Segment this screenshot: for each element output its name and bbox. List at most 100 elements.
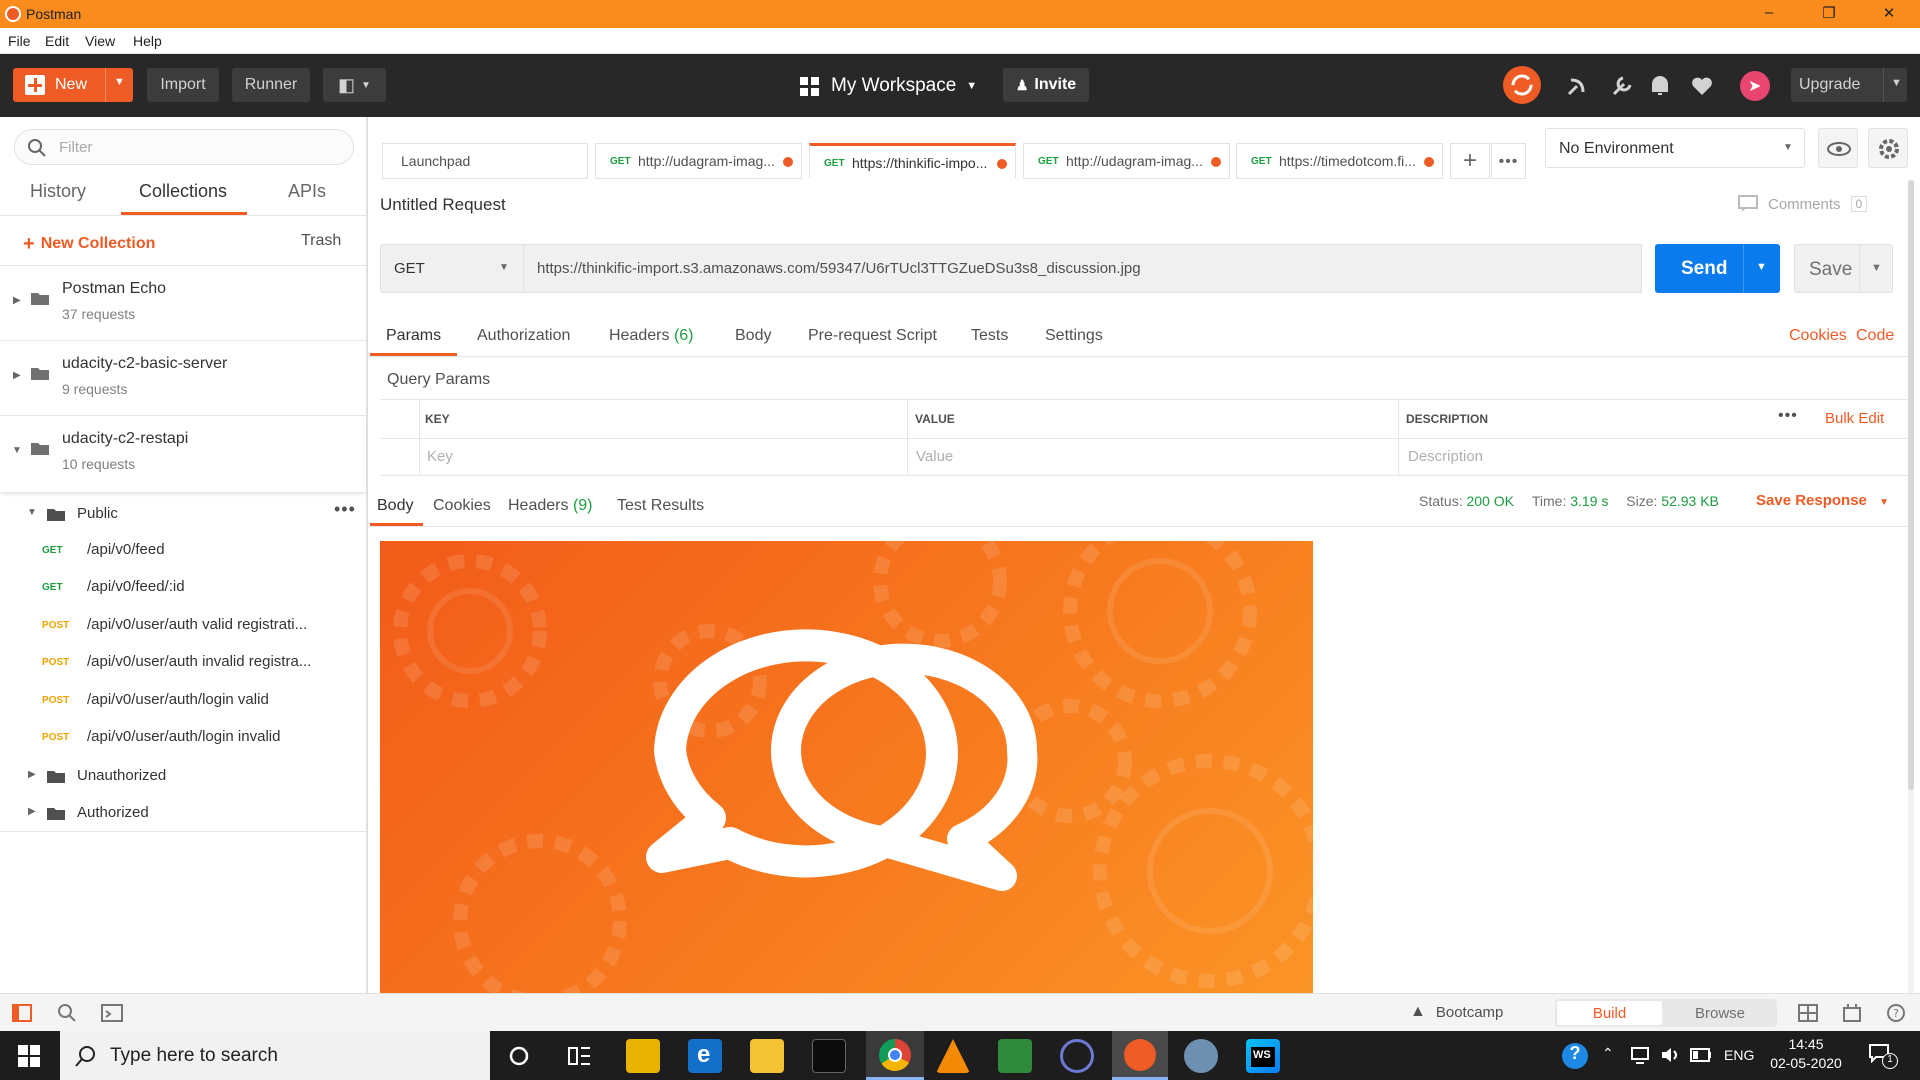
chevron-up-icon[interactable]: ⌃ <box>1602 1045 1614 1062</box>
request-tab[interactable]: GET https://timedotcom.fi... <box>1236 143 1443 179</box>
build-button[interactable]: Build <box>1557 1001 1662 1025</box>
new-button[interactable]: New ▼ <box>13 68 133 102</box>
key-input[interactable]: Key <box>427 448 453 465</box>
trash-button[interactable]: Trash <box>301 232 341 250</box>
request-tab[interactable]: GET http://udagram-imag... <box>1023 143 1230 179</box>
import-button[interactable]: Import <box>147 68 219 102</box>
clock[interactable]: 14:45 02-05-2020 <box>1766 1036 1846 1071</box>
battery-icon[interactable] <box>1690 1048 1712 1062</box>
tab-history[interactable]: History <box>30 181 86 202</box>
scrollbar[interactable] <box>1908 180 1914 993</box>
folder-item[interactable]: ▶ Unauthorized <box>0 757 366 794</box>
file-explorer-icon[interactable] <box>750 1039 784 1073</box>
chevron-down-icon[interactable]: ▼ <box>1756 261 1767 273</box>
request-item[interactable]: GET /api/v0/feed <box>0 532 366 569</box>
collection-item[interactable]: ▼ udacity-c2-restapi 10 requests <box>0 416 366 493</box>
cortana-icon[interactable] <box>508 1045 530 1067</box>
network-icon[interactable] <box>1630 1046 1650 1064</box>
tab-launchpad[interactable]: Launchpad <box>382 143 588 179</box>
edge-icon[interactable]: e <box>688 1039 722 1073</box>
tab-settings[interactable]: Settings <box>1045 327 1103 345</box>
request-item[interactable]: POST /api/v0/user/auth valid registrati.… <box>0 607 366 644</box>
collection-item[interactable]: ▶ udacity-c2-basic-server 9 requests <box>0 341 366 416</box>
manage-environments-button[interactable] <box>1868 128 1908 168</box>
caret-right-icon[interactable]: ▶ <box>28 769 36 780</box>
cookies-link[interactable]: Cookies <box>1789 327 1847 345</box>
volume-icon[interactable] <box>1660 1046 1682 1064</box>
maximize-button[interactable]: ❐ <box>1806 4 1852 22</box>
tab-authorization[interactable]: Authorization <box>477 327 570 345</box>
language-indicator[interactable]: ENG <box>1724 1047 1754 1063</box>
vlc-icon[interactable] <box>936 1039 970 1073</box>
request-item[interactable]: POST /api/v0/user/auth invalid registra.… <box>0 644 366 681</box>
caret-right-icon[interactable]: ▶ <box>28 806 36 817</box>
caret-down-icon[interactable]: ▼ <box>12 445 22 456</box>
keyboard-shortcuts-icon[interactable] <box>1842 1003 1862 1023</box>
avatar[interactable]: ➤ <box>1740 71 1770 101</box>
help-icon[interactable]: ? <box>1562 1043 1588 1069</box>
save-response-button[interactable]: Save Response ▼ <box>1756 492 1889 509</box>
environment-select[interactable]: No Environment ▼ <box>1545 128 1805 168</box>
request-name[interactable]: Untitled Request <box>380 195 506 215</box>
help-icon[interactable]: ? <box>1886 1003 1906 1023</box>
description-input[interactable]: Description <box>1408 448 1483 465</box>
request-item[interactable]: POST /api/v0/user/auth/login invalid <box>0 719 366 756</box>
bulk-edit-link[interactable]: Bulk Edit <box>1825 410 1884 427</box>
save-button[interactable]: Save ▼ <box>1794 244 1893 293</box>
scrollbar-thumb[interactable] <box>1908 180 1914 790</box>
caret-right-icon[interactable]: ▶ <box>13 370 21 381</box>
response-tab-test-results[interactable]: Test Results <box>617 497 704 515</box>
task-view-icon[interactable] <box>568 1045 592 1067</box>
wrench-icon[interactable] <box>1610 74 1634 98</box>
request-item[interactable]: GET /api/v0/feed/:id <box>0 569 366 606</box>
caret-right-icon[interactable]: ▶ <box>13 295 21 306</box>
chevron-down-icon[interactable]: ▼ <box>114 76 125 88</box>
tab-pre-request-script[interactable]: Pre-request Script <box>808 327 937 345</box>
environment-quick-look-button[interactable] <box>1818 128 1858 168</box>
windows-start-icon[interactable] <box>18 1045 40 1067</box>
tab-body[interactable]: Body <box>735 327 771 345</box>
tab-apis[interactable]: APIs <box>288 181 326 202</box>
method-select[interactable]: GET ▼ <box>380 244 524 293</box>
new-collection-button[interactable]: + New Collection <box>23 231 155 255</box>
close-window-button[interactable]: ✕ <box>1866 4 1912 22</box>
webstorm-icon[interactable]: WS <box>1246 1039 1280 1073</box>
menu-view[interactable]: View <box>85 33 115 49</box>
request-tab-active[interactable]: GET https://thinkific-impo... <box>809 143 1016 179</box>
collection-item[interactable]: ▶ Postman Echo 37 requests <box>0 266 366 341</box>
toggle-sidebar-icon[interactable] <box>12 1004 32 1022</box>
app-icon-pgadmin[interactable] <box>1184 1039 1218 1073</box>
folder-item[interactable]: ▶ Authorized <box>0 794 366 832</box>
two-pane-view-icon[interactable] <box>1798 1004 1818 1022</box>
upgrade-button[interactable]: Upgrade ▼ <box>1791 68 1907 102</box>
request-tab[interactable]: GET http://udagram-imag... <box>595 143 802 179</box>
taskbar-search-box[interactable]: Type here to search <box>60 1031 490 1080</box>
more-options-icon[interactable]: ••• <box>334 499 356 520</box>
terminal-icon[interactable] <box>812 1039 846 1073</box>
menu-edit[interactable]: Edit <box>45 33 69 49</box>
notification-center-icon[interactable]: 1 <box>1868 1043 1898 1069</box>
browse-button[interactable]: Browse <box>1667 1001 1773 1025</box>
response-tab-body[interactable]: Body <box>377 497 413 515</box>
comments-button[interactable]: Comments 0 <box>1738 195 1868 213</box>
tab-headers[interactable]: Headers (6) <box>609 327 694 345</box>
folder-item[interactable]: ▼ Public ••• <box>0 495 366 532</box>
request-item[interactable]: POST /api/v0/user/auth/login valid <box>0 682 366 719</box>
caret-down-icon[interactable]: ▼ <box>27 507 37 518</box>
postman-taskbar-item[interactable] <box>1112 1031 1168 1080</box>
response-tab-headers[interactable]: Headers (9) <box>508 497 593 515</box>
app-icon-image-editor[interactable] <box>998 1039 1032 1073</box>
find-icon[interactable] <box>57 1003 77 1023</box>
app-icon-eclipse[interactable] <box>1060 1039 1094 1073</box>
value-input[interactable]: Value <box>916 448 953 465</box>
tab-more-icon[interactable]: ••• <box>1491 143 1526 179</box>
workspace-selector[interactable]: My Workspace ▼ <box>800 72 977 100</box>
app-icon-bandizip[interactable] <box>626 1039 660 1073</box>
minimize-button[interactable]: – <box>1746 4 1792 21</box>
filter-input[interactable]: Filter <box>14 129 354 165</box>
menu-help[interactable]: Help <box>133 33 162 49</box>
tab-collections[interactable]: Collections <box>139 181 227 202</box>
bell-icon[interactable] <box>1649 74 1671 98</box>
new-window-button[interactable]: ◧ ▼ <box>323 68 386 102</box>
url-input[interactable]: https://thinkific-import.s3.amazonaws.co… <box>524 244 1642 293</box>
